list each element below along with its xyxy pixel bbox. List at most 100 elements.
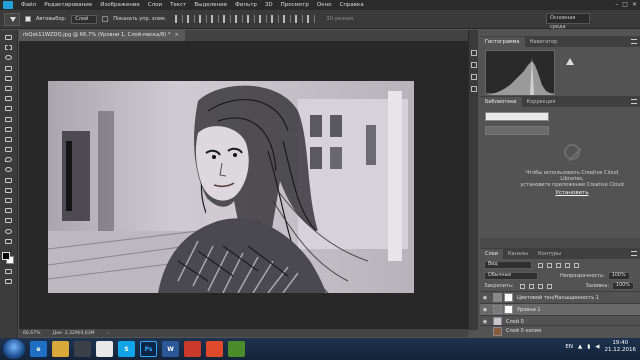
pen-tool-icon[interactable]: [3, 177, 14, 184]
install-link[interactable]: Установить: [542, 190, 602, 196]
menu-file[interactable]: Файл: [17, 2, 40, 8]
opacity-input[interactable]: 100%: [607, 272, 630, 280]
eyedropper-tool-icon[interactable]: [3, 85, 14, 92]
panel-menu-icon[interactable]: [631, 251, 637, 256]
brush-tool-icon[interactable]: [3, 105, 14, 112]
clone-stamp-tool-icon[interactable]: [3, 116, 14, 123]
menu-edit[interactable]: Редактирование: [40, 2, 96, 8]
panel-menu-icon[interactable]: [631, 99, 637, 104]
history-brush-tool-icon[interactable]: [3, 126, 14, 133]
cache-warning-icon[interactable]: [566, 58, 574, 65]
close-icon[interactable]: ✕: [632, 1, 637, 8]
path-selection-tool-icon[interactable]: [3, 197, 14, 204]
maximize-icon[interactable]: □: [622, 1, 628, 8]
layer-mask-thumbnail[interactable]: [504, 293, 513, 302]
internet-explorer-icon[interactable]: e: [30, 341, 47, 357]
adjustment-filter-icon[interactable]: [547, 262, 552, 268]
tab-paths[interactable]: Контуры: [533, 249, 566, 259]
info-panel-icon[interactable]: [470, 74, 477, 80]
more-tools-icon[interactable]: [3, 238, 14, 245]
lock-position-icon[interactable]: [537, 283, 543, 289]
library-select[interactable]: [485, 112, 549, 121]
zoom-level[interactable]: 66,67%: [23, 331, 41, 336]
dodge-tool-icon[interactable]: [3, 166, 14, 173]
properties-panel-icon[interactable]: [470, 62, 477, 68]
smart-object-filter-icon[interactable]: [574, 262, 579, 268]
minimize-icon[interactable]: –: [615, 1, 618, 8]
quick-select-tool-icon[interactable]: [3, 65, 14, 72]
media-player-icon[interactable]: [74, 341, 91, 357]
tab-adjustments[interactable]: Коррекция: [522, 97, 561, 107]
status-menu-arrow-icon[interactable]: ›: [107, 331, 109, 336]
library-search-input[interactable]: [485, 126, 549, 135]
pixel-filter-icon[interactable]: [538, 262, 543, 268]
zoom-tool-icon[interactable]: [3, 228, 14, 235]
color-swatches[interactable]: [2, 251, 15, 265]
document-image[interactable]: [48, 81, 414, 293]
auto-select-checkbox[interactable]: [25, 16, 31, 22]
chrome-icon[interactable]: [96, 341, 113, 357]
visibility-eye-icon[interactable]: ◉: [480, 319, 490, 325]
skype-icon[interactable]: S: [118, 341, 135, 357]
rectangle-tool-icon[interactable]: [3, 207, 14, 214]
menu-view[interactable]: Просмотр: [277, 2, 313, 8]
menu-3d[interactable]: 3D: [261, 2, 277, 8]
document-tab[interactable]: rbQsk11WZDQ.jpg @ 66,7% (Уровни 1, Слой-…: [19, 30, 185, 41]
distribute-top-icon[interactable]: [247, 15, 256, 23]
hand-tool-icon[interactable]: [3, 217, 14, 224]
workspace-dropdown[interactable]: Основная среда: [546, 13, 590, 30]
align-center-icon[interactable]: [187, 15, 196, 23]
distribute-middle-icon[interactable]: [259, 15, 268, 23]
menu-help[interactable]: Справка: [335, 2, 367, 8]
align-right-icon[interactable]: [199, 15, 208, 23]
align-top-icon[interactable]: [211, 15, 220, 23]
app-icon-green[interactable]: [228, 341, 245, 357]
crop-tool-icon[interactable]: [3, 75, 14, 82]
tab-histogram[interactable]: Гистограмма: [480, 37, 525, 47]
lock-pixels-icon[interactable]: [519, 283, 525, 289]
shape-filter-icon[interactable]: [565, 262, 570, 268]
photoshop-taskbar-icon[interactable]: Ps: [140, 341, 157, 357]
layer-mask-thumbnail[interactable]: [504, 305, 513, 314]
network-icon[interactable]: ▮: [587, 344, 590, 350]
clock[interactable]: 19:40 21.12.2016: [605, 340, 637, 354]
canvas-workspace[interactable]: [19, 41, 468, 329]
move-tool-preset-icon[interactable]: [4, 12, 20, 26]
volume-icon[interactable]: ◀: [595, 344, 599, 350]
align-left-icon[interactable]: [175, 15, 184, 23]
tab-navigator[interactable]: Навигатор: [525, 37, 563, 47]
tab-libraries[interactable]: Библиотеки: [480, 97, 522, 107]
distribute-bottom-icon[interactable]: [271, 15, 280, 23]
tab-channels[interactable]: Каналы: [503, 249, 533, 259]
type-filter-icon[interactable]: [556, 262, 561, 268]
menu-image[interactable]: Изображение: [96, 2, 144, 8]
foreground-color-swatch[interactable]: [2, 251, 10, 260]
move-tool-icon[interactable]: [3, 34, 14, 41]
menu-window[interactable]: Окно: [313, 2, 336, 8]
blur-tool-icon[interactable]: [3, 156, 14, 163]
align-middle-icon[interactable]: [223, 15, 232, 23]
app-icon-orange[interactable]: [206, 341, 223, 357]
eraser-tool-icon[interactable]: [3, 136, 14, 143]
lock-all-icon[interactable]: [546, 283, 552, 289]
healing-brush-tool-icon[interactable]: [3, 95, 14, 102]
word-icon[interactable]: W: [162, 341, 179, 357]
blend-mode-dropdown[interactable]: Обычные: [484, 272, 538, 280]
layer-row-layer-0-copy[interactable]: Слой 0 копия: [480, 325, 640, 336]
screen-mode-icon[interactable]: [3, 278, 14, 285]
type-tool-icon[interactable]: [3, 187, 14, 194]
distribute-center-icon[interactable]: [295, 15, 304, 23]
visibility-eye-icon[interactable]: ◉: [480, 307, 490, 313]
tab-layers[interactable]: Слои: [480, 249, 503, 259]
language-indicator[interactable]: EN: [565, 344, 573, 350]
fill-input[interactable]: 100%: [612, 282, 634, 290]
menu-select[interactable]: Выделение: [190, 2, 231, 8]
layer-row-levels[interactable]: ◉ Уровни 1: [480, 303, 640, 315]
file-explorer-icon[interactable]: [52, 341, 69, 357]
lasso-tool-icon[interactable]: [3, 54, 14, 61]
quick-mask-icon[interactable]: [3, 268, 14, 275]
kind-filter-dropdown[interactable]: Вид: [484, 261, 532, 269]
menu-layers[interactable]: Слои: [144, 2, 166, 8]
show-transform-checkbox[interactable]: [102, 16, 109, 22]
distribute-left-icon[interactable]: [283, 15, 292, 23]
